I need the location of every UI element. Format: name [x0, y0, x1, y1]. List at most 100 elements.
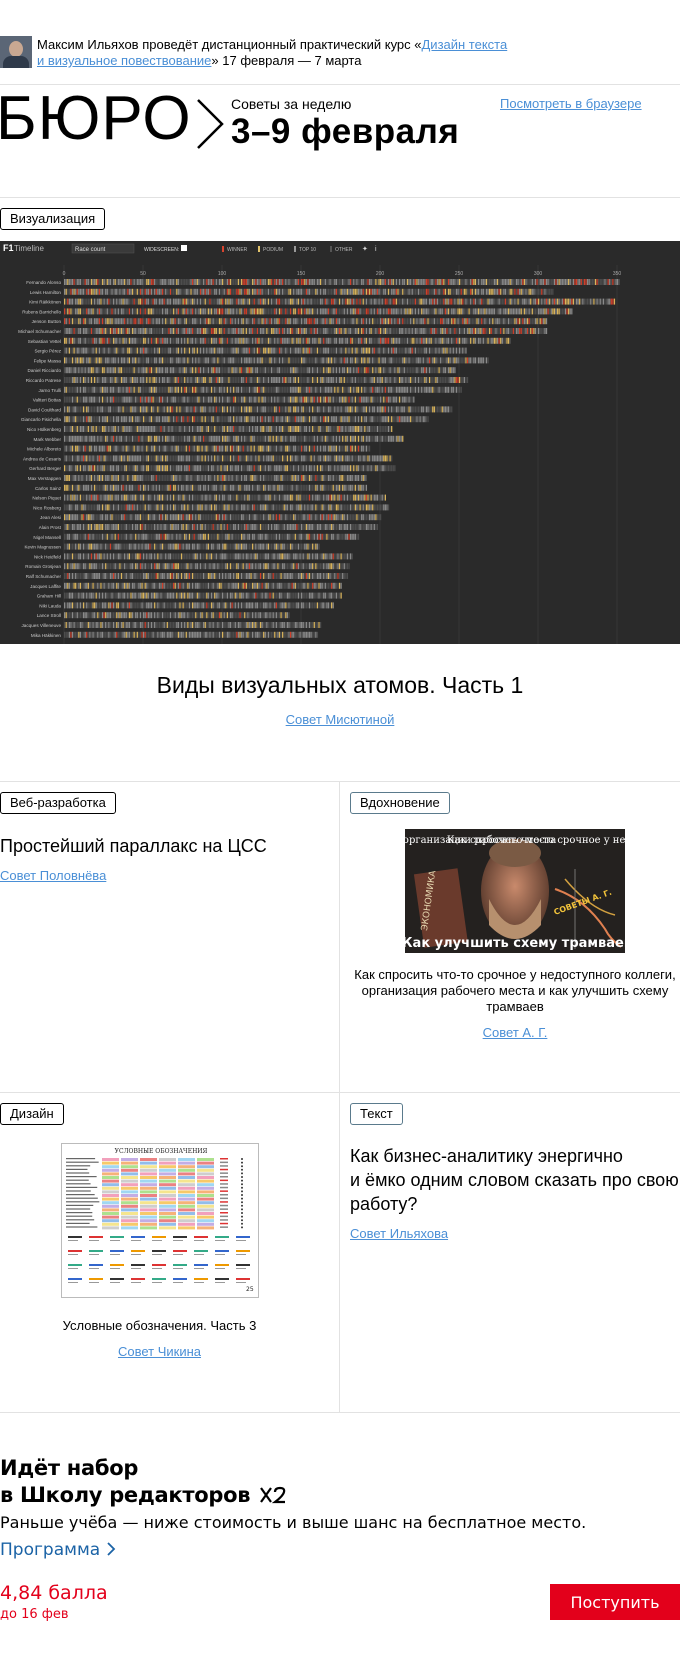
- tag-text[interactable]: Текст: [350, 1103, 403, 1125]
- driver-race-row: [64, 602, 334, 609]
- card-caption: Как спросить что-то срочное у недоступно…: [354, 967, 676, 1014]
- course-link[interactable]: Дизайн текста: [422, 37, 508, 52]
- f1-timeline-chart: F1 Timeline Race count WIDESCREEN: WINNER POD…: [3, 243, 621, 644]
- driver-label: Jacques Laffite: [30, 584, 61, 589]
- driver-label: Carlos Sainz: [35, 486, 62, 491]
- program-link[interactable]: Программа: [0, 1540, 116, 1560]
- driver-race-row: [64, 533, 360, 540]
- tag-visualization[interactable]: Визуализация: [0, 208, 106, 230]
- driver-race-row: [64, 298, 616, 305]
- times-two-icon: [260, 1486, 286, 1504]
- driver-race-row: [64, 524, 379, 530]
- driver-race-row: [64, 377, 469, 383]
- view-in-browser-link[interactable]: Посмотреть в браузере: [500, 96, 642, 111]
- twitter-icon: ✦: [362, 245, 368, 253]
- driver-label: Niki Lauda: [39, 603, 61, 608]
- driver-race-row: [64, 328, 548, 334]
- legend-label-2: TOP 10: [299, 247, 316, 253]
- card-author-link[interactable]: Совет Чикина: [118, 1344, 201, 1359]
- driver-label: Mark Webber: [34, 437, 62, 442]
- legend-page-number: 25: [246, 1286, 254, 1293]
- buro-logo: БЮРО: [0, 84, 226, 153]
- thumb-text-right: Как спросить что-то срочное у недоступно…: [447, 835, 625, 846]
- widescreen-checkbox: [181, 245, 187, 251]
- driver-label: Nick Heidfeld: [34, 554, 62, 559]
- driver-label: Nelson Piquet: [32, 496, 61, 501]
- legend-swatch-2: [294, 246, 296, 252]
- school-subtitle: Раньше учёба — ниже стоимость и выше шан…: [0, 1513, 587, 1532]
- apply-button[interactable]: Поступить: [550, 1584, 680, 1620]
- legend-label-3: OTHER: [335, 247, 353, 253]
- legend-thumbnail[interactable]: УСЛОВНЫЕ ОБОЗНАЧЕНИЯ 25: [61, 1143, 259, 1298]
- driver-label: Nico Rosberg: [33, 505, 61, 510]
- driver-race-row: [64, 582, 342, 589]
- divider: [0, 197, 680, 198]
- axis-tick-5: 250: [455, 271, 464, 277]
- driver-label: Kimi Räikkönen: [29, 300, 61, 305]
- legend-swatch-0: [222, 246, 224, 252]
- f1-timeline-image[interactable]: F1 Timeline Race count WIDESCREEN: WINNER POD…: [0, 241, 680, 644]
- axis-tick-4: 200: [376, 271, 385, 277]
- driver-race-row: [64, 612, 290, 619]
- inspiration-thumbnail[interactable]: Что почитать об организации рабочего мес…: [405, 829, 625, 953]
- card-author-link[interactable]: Совет Ильяхова: [350, 1226, 448, 1241]
- tag-design[interactable]: Дизайн: [0, 1103, 64, 1125]
- inspiration-illustration: Что почитать об организации рабочего мес…: [405, 829, 625, 953]
- driver-label: Nigel Mansell: [33, 535, 61, 540]
- f1-logo-suffix: Timeline: [14, 244, 44, 253]
- deadline: до 16 фев: [0, 1607, 69, 1622]
- driver-race-row: [64, 347, 467, 354]
- school-title: Идёт набор в Школу редакторов: [0, 1455, 287, 1509]
- driver-label: Gerhard Berger: [29, 466, 61, 471]
- week-label: Советы за неделю: [231, 96, 352, 112]
- course-link-2[interactable]: и визуальное повествование: [37, 53, 211, 68]
- driver-race-row: [64, 573, 349, 579]
- announcement-text: Максим Ильяхов проведёт дистанционный пр…: [37, 37, 508, 68]
- axis-tick-1: 50: [140, 271, 146, 277]
- driver-race-row: [64, 386, 462, 393]
- driver-label: Graham Hill: [37, 594, 61, 599]
- driver-label: Lance Stroll: [37, 613, 61, 618]
- driver-race-row: [64, 288, 554, 295]
- driver-race-row: [64, 553, 353, 560]
- thumb-text-bottom: Как улучшить схему трамваев: [405, 936, 625, 951]
- driver-race-row: [64, 465, 396, 472]
- logo-chevron-icon: [197, 99, 224, 149]
- driver-label: Alain Prost: [39, 525, 62, 530]
- driver-label: Romain Grosjean: [25, 564, 61, 569]
- driver-race-row: [64, 622, 322, 628]
- driver-race-row: [64, 514, 382, 521]
- driver-race-row: [64, 279, 620, 285]
- driver-label: Nico Hülkenberg: [27, 427, 61, 432]
- driver-race-row: [64, 455, 393, 462]
- legend-swatch-3: [330, 246, 332, 252]
- driver-race-row: [64, 563, 350, 570]
- driver-label: Jarno Trulli: [39, 388, 61, 393]
- column-divider: [339, 781, 340, 1092]
- driver-race-row: [64, 426, 393, 432]
- driver-label: Rubens Barrichello: [22, 309, 61, 314]
- featured-author-link[interactable]: Совет Мисютиной: [286, 712, 395, 727]
- driver-label: Michele Alboreto: [27, 447, 61, 452]
- driver-race-row: [64, 435, 404, 442]
- driver-label: Riccardo Patrese: [26, 378, 62, 383]
- driver-label: Jenson Button: [32, 319, 62, 324]
- column-divider: [339, 1092, 340, 1412]
- driver-label: David Coulthard: [28, 407, 61, 412]
- driver-label: Michael Schumacher: [18, 329, 61, 334]
- legend-swatch-1: [258, 246, 260, 252]
- card-author-link[interactable]: Совет А. Г.: [483, 1025, 548, 1040]
- driver-label: Sergio Pérez: [34, 349, 61, 354]
- card-author-link[interactable]: Совет Половнёва: [0, 868, 106, 883]
- driver-label: Felipe Massa: [34, 358, 62, 363]
- driver-race-row: [64, 592, 342, 599]
- tag-web-dev[interactable]: Веб-разработка: [0, 792, 116, 814]
- driver-race-row: [64, 494, 386, 501]
- driver-race-row: [64, 308, 573, 315]
- course-announcement: Максим Ильяхов проведёт дистанционный пр…: [0, 36, 680, 70]
- card-caption: Условные обозначения. Часть 3: [62, 1318, 257, 1333]
- tag-inspiration[interactable]: Вдохновение: [350, 792, 450, 814]
- driver-race-row: [64, 543, 320, 550]
- driver-race-row: [64, 406, 453, 413]
- driver-race-row: [64, 504, 390, 511]
